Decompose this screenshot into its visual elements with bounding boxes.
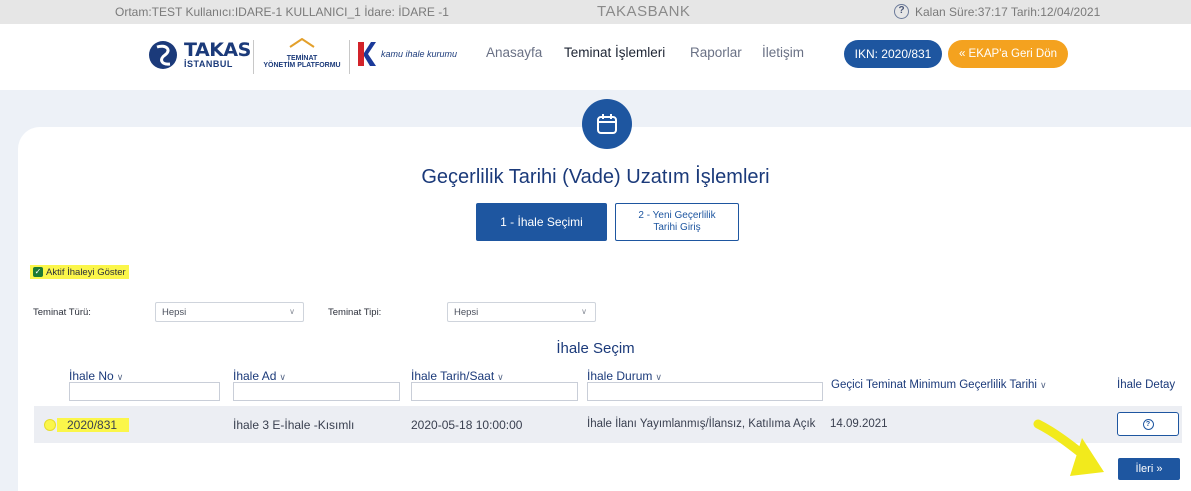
step2-line1: 2 - Yeni Geçerlilik xyxy=(638,210,716,221)
chevron-down-icon: ∨ xyxy=(655,372,662,382)
filter-ihale-ad-input[interactable] xyxy=(233,382,400,401)
environment-info: Ortam:TEST Kullanıcı:IDARE-1 KULLANICI_1… xyxy=(115,5,449,19)
logo-divider xyxy=(349,40,350,74)
nav-anasayfa[interactable]: Anasayfa xyxy=(486,45,542,60)
chevron-down-icon: ∨ xyxy=(581,307,587,316)
kamu-ihale-kurumu-logo: kamu ihale kurumu xyxy=(355,40,457,68)
step-ihale-secimi[interactable]: 1 - İhale Seçimi xyxy=(476,203,607,241)
calendar-badge xyxy=(582,99,632,149)
chevron-down-icon: ∨ xyxy=(279,372,286,382)
filter-ihale-durum-input[interactable] xyxy=(587,382,823,401)
nav-iletisim[interactable]: İletişim xyxy=(762,45,804,60)
header-ihale-tarih[interactable]: İhale Tarih/Saat ∨ xyxy=(411,369,504,383)
question-circle-icon: ? xyxy=(1142,418,1154,430)
chevron-down-icon: ∨ xyxy=(497,372,504,382)
takas-istanbul-logo[interactable]: TAKAS İSTANBUL xyxy=(148,38,251,72)
filter-ihale-tarih-input[interactable] xyxy=(411,382,578,401)
header-gecerlilik-label: Geçici Teminat Minimum Geçerlilik Tarihi xyxy=(831,379,1037,391)
nav-raporlar[interactable]: Raporlar xyxy=(690,45,742,60)
ekap-return-button[interactable]: « EKAP'a Geri Dön xyxy=(948,40,1068,68)
step-yeni-gecerlilik[interactable]: 2 - Yeni Geçerlilik Tarihi Giriş xyxy=(615,203,739,241)
page-title: Geçerlilik Tarihi (Vade) Uzatım İşlemler… xyxy=(421,166,770,188)
header-ihale-no-label: İhale No xyxy=(69,369,114,383)
topbar-brand: TAKASBANK xyxy=(597,3,691,20)
cell-gecerlilik: 14.09.2021 xyxy=(830,418,888,430)
main-header: TAKAS İSTANBUL TEMİNAT YÖNETİM PLATFORMU… xyxy=(0,24,1191,90)
nav-teminat-islemleri[interactable]: Teminat İşlemleri xyxy=(564,45,665,60)
chevron-down-icon: ∨ xyxy=(1040,380,1047,390)
annotation-arrow-icon xyxy=(1033,419,1104,476)
ileri-button[interactable]: İleri » xyxy=(1118,458,1180,480)
header-ihale-tarih-label: İhale Tarih/Saat xyxy=(411,369,495,383)
header-ihale-no[interactable]: İhale No ∨ xyxy=(69,369,123,383)
teminat-platform-logo: TEMİNAT YÖNETİM PLATFORMU xyxy=(261,37,343,70)
aktif-ihale-toggle[interactable]: ✓ Aktif İhaleyi Göster xyxy=(30,265,129,279)
timer-text: Kalan Süre:37:17 Tarih:12/04/2021 xyxy=(915,4,1101,19)
ihale-detay-button[interactable]: ? xyxy=(1117,412,1179,436)
cell-ihale-ad: İhale 3 E-İhale -Kısımlı xyxy=(233,418,355,432)
header-ihale-ad-label: İhale Ad xyxy=(233,369,277,383)
header-ihale-ad[interactable]: İhale Ad ∨ xyxy=(233,369,286,383)
cell-ihale-durum: İhale İlanı Yayımlanmış/İlansız, Katılım… xyxy=(587,418,816,430)
checkbox-checked-icon[interactable]: ✓ xyxy=(33,267,43,277)
question-circle-icon[interactable]: ? xyxy=(894,4,909,19)
row-select-radio[interactable] xyxy=(44,419,56,431)
aktif-ihale-label: Aktif İhaleyi Göster xyxy=(46,266,126,278)
session-timer: ? Kalan Süre:37:17 Tarih:12/04/2021 xyxy=(894,4,1100,19)
takas-logo-icon xyxy=(149,41,177,69)
takas-logo-text: TAKAS xyxy=(184,39,251,61)
step2-line2: Tarihi Giriş xyxy=(653,222,701,233)
calendar-icon xyxy=(597,114,617,134)
teminat-turu-value: Hepsi xyxy=(162,307,187,318)
ihale-secim-title: İhale Seçim xyxy=(556,340,635,357)
header-ihale-detay: İhale Detay xyxy=(1117,379,1176,391)
chevron-down-icon: ∨ xyxy=(289,307,295,316)
kik-logo-text: kamu ihale kurumu xyxy=(381,49,458,59)
kik-logo-icon xyxy=(358,42,376,66)
header-ihale-durum[interactable]: İhale Durum ∨ xyxy=(587,369,662,383)
logo-divider xyxy=(253,40,254,74)
istanbul-logo-text: İSTANBUL xyxy=(184,59,233,69)
header-gecerlilik-tarihi[interactable]: Geçici Teminat Minimum Geçerlilik Tarihi… xyxy=(831,379,1047,391)
top-status-bar: Ortam:TEST Kullanıcı:IDARE-1 KULLANICI_1… xyxy=(0,0,1191,24)
typ-logo-line2: YÖNETİM PLATFORMU xyxy=(263,62,341,70)
teminat-tipi-value: Hepsi xyxy=(454,307,479,318)
teminat-turu-select[interactable]: Hepsi ∨ xyxy=(155,302,304,322)
teminat-turu-label: Teminat Türü: xyxy=(33,307,91,318)
ikn-button[interactable]: IKN: 2020/831 xyxy=(844,40,942,68)
header-ihale-durum-label: İhale Durum xyxy=(587,369,653,383)
teminat-tipi-label: Teminat Tipi: xyxy=(328,307,382,318)
cell-ihale-tarih: 2020-05-18 10:00:00 xyxy=(411,418,523,432)
teminat-tipi-select[interactable]: Hepsi ∨ xyxy=(447,302,596,322)
chevron-down-icon: ∨ xyxy=(116,372,124,382)
roof-icon xyxy=(289,37,315,48)
cell-ihale-no: 2020/831 xyxy=(57,418,130,432)
filter-ihale-no-input[interactable] xyxy=(69,382,220,401)
